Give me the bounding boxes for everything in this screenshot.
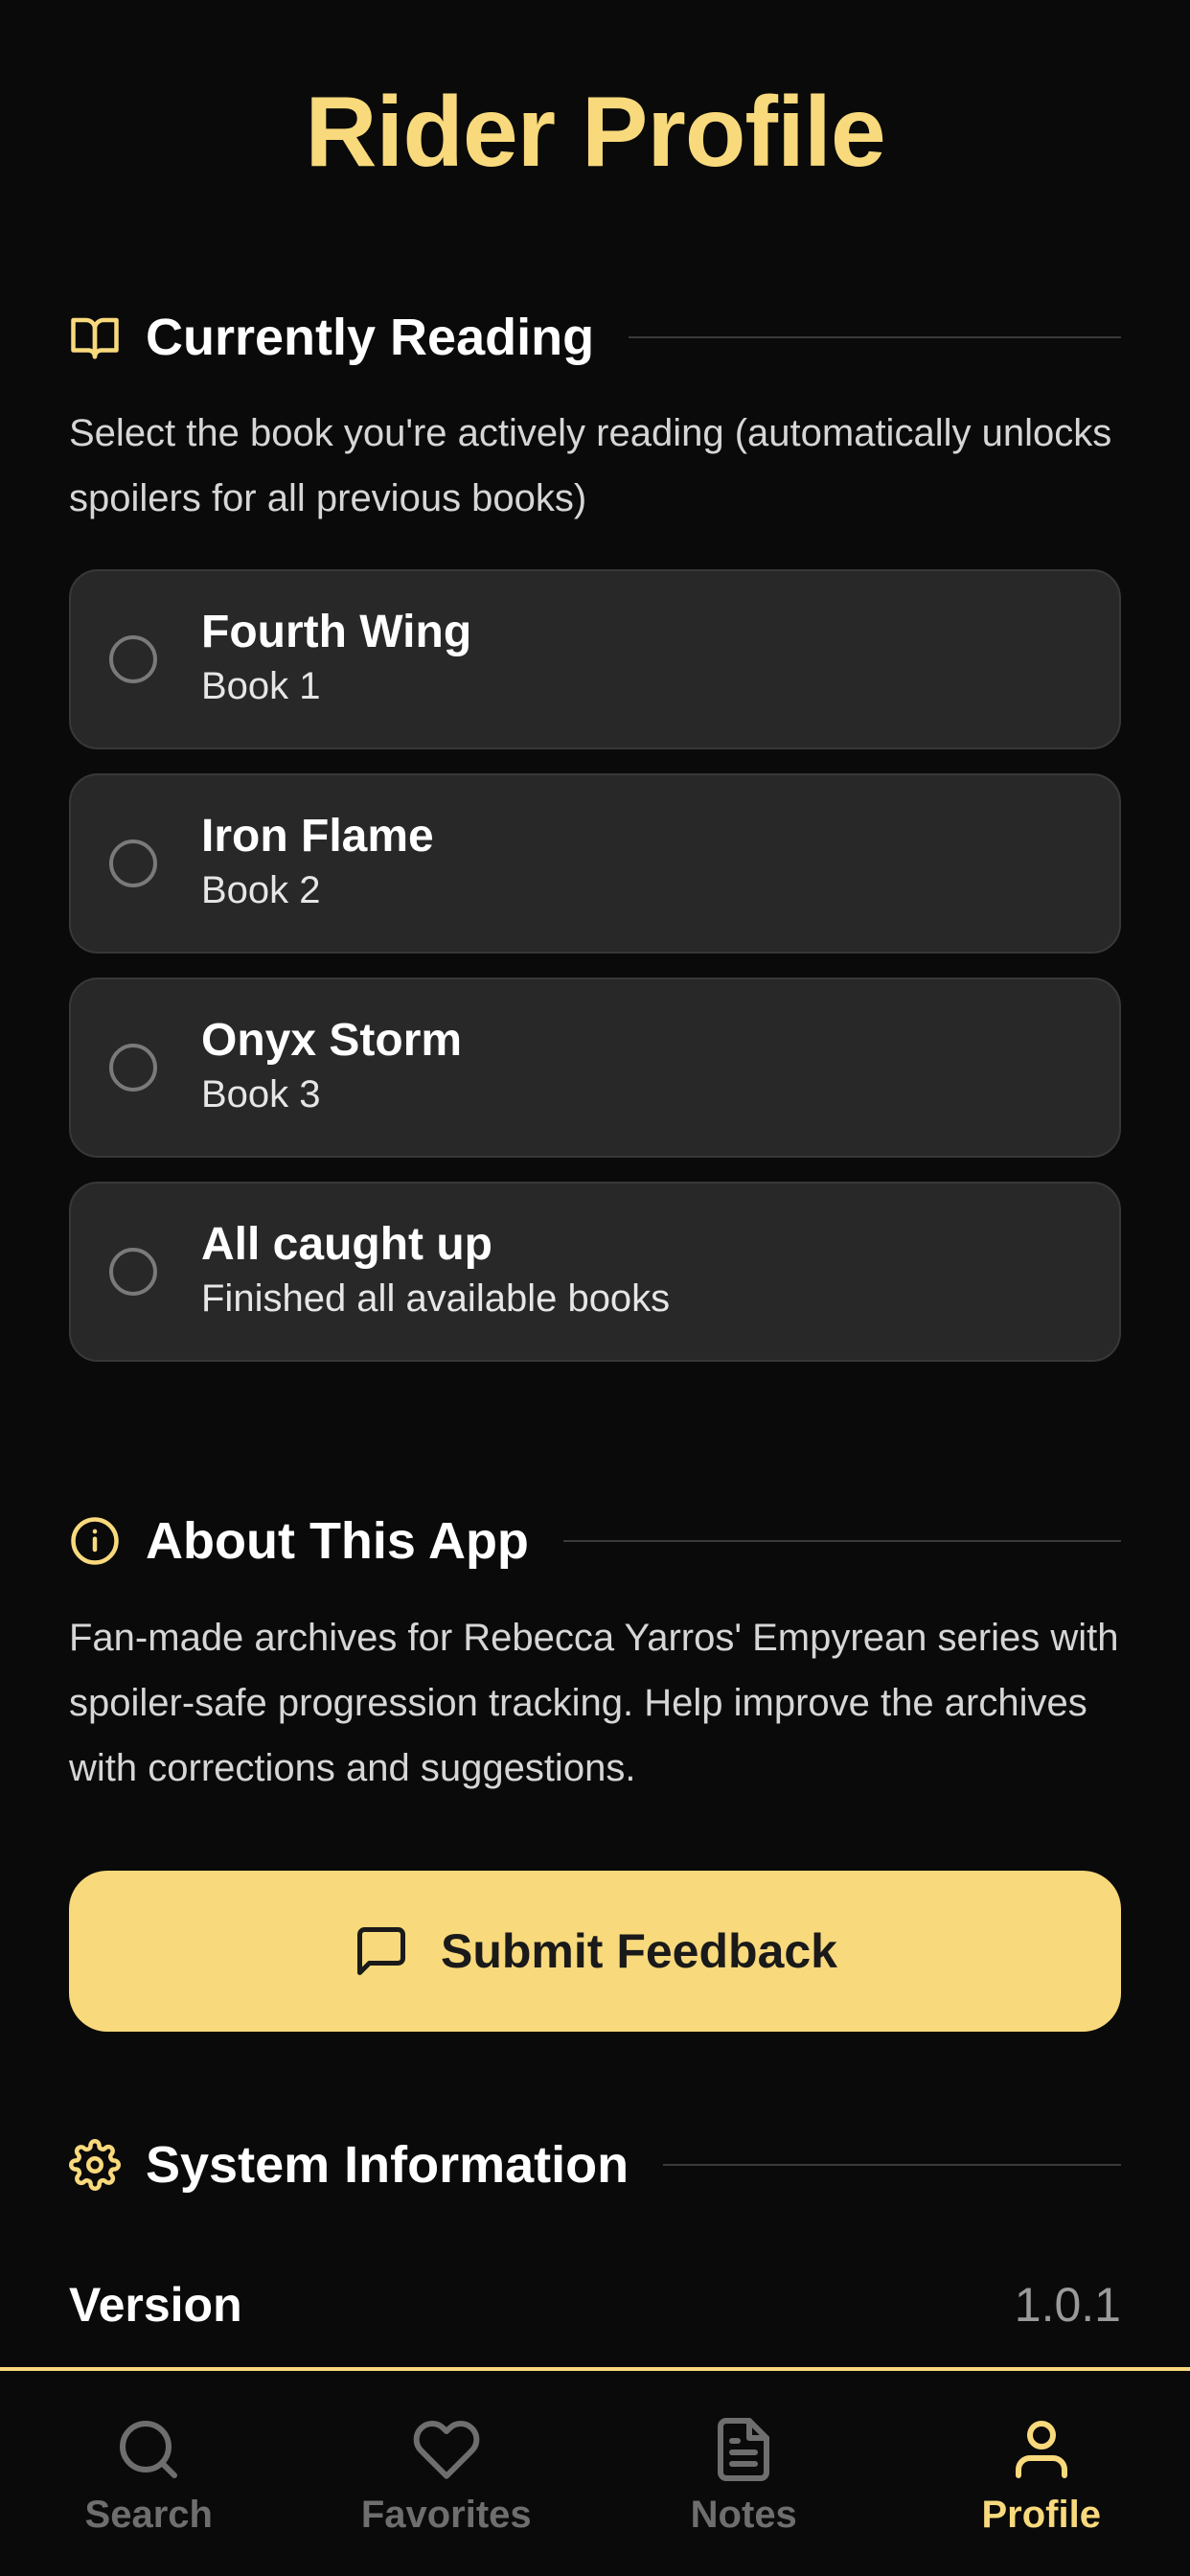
book-name: Onyx Storm [201,1015,463,1066]
book-subtitle: Book 3 [201,1073,321,1116]
book-option-fourth-wing[interactable]: Fourth Wing Book 1 [69,569,1121,749]
book-subtitle: Book 1 [201,665,321,707]
about-header: About This App [69,1507,1121,1575]
currently-reading-description: Select the book you're actively reading … [69,412,1112,519]
heart-icon [412,2415,481,2484]
section-title: Currently Reading [146,309,595,366]
section-title: About This App [146,1512,529,1570]
submit-feedback-button[interactable]: Submit Feedback [69,1871,1121,2032]
page-title: Rider Profile [305,77,885,188]
bottom-tab-bar: Search Favorites Notes Profile [0,2367,1190,2576]
document-icon [709,2415,778,2484]
tab-favorites[interactable]: Favorites [298,2371,596,2576]
tab-label: Favorites [360,2494,532,2536]
book-name: All caught up [201,1219,492,1270]
book-open-icon [69,311,121,363]
section-title: System Information [146,2136,629,2194]
book-option-onyx-storm[interactable]: Onyx Storm Book 3 [69,978,1121,1158]
book-name: Iron Flame [201,811,434,862]
book-subtitle: Finished all available books [201,1277,671,1320]
tab-label: Notes [690,2494,797,2536]
tab-label: Profile [981,2494,1101,2536]
radio-button[interactable] [109,1044,157,1092]
section-divider [562,1540,1121,1542]
search-icon [114,2415,183,2484]
info-icon [69,1515,121,1567]
gear-icon [69,2139,121,2191]
book-name: Fourth Wing [201,607,472,657]
version-row: Version 1.0.1 [69,2271,1121,2338]
radio-button[interactable] [109,840,157,887]
tab-profile[interactable]: Profile [893,2371,1190,2576]
system-info-header: System Information [69,2131,1121,2198]
tab-search[interactable]: Search [0,2371,298,2576]
radio-button[interactable] [109,1248,157,1296]
book-option-list: Fourth Wing Book 1 Iron Flame Book 2 Ony… [69,569,1121,1386]
book-subtitle: Book 2 [201,869,321,911]
message-square-icon [353,1922,410,1980]
book-option-iron-flame[interactable]: Iron Flame Book 2 [69,773,1121,954]
submit-feedback-label: Submit Feedback [441,1924,837,1978]
section-divider [629,336,1121,338]
currently-reading-header: Currently Reading [69,304,1121,371]
section-divider [663,2164,1121,2166]
book-option-all-caught-up[interactable]: All caught up Finished all available boo… [69,1182,1121,1362]
tab-notes[interactable]: Notes [595,2371,893,2576]
version-label: Version [69,2278,242,2332]
user-icon [1007,2415,1076,2484]
about-description: Fan-made archives for Rebecca Yarros' Em… [69,1617,1119,1789]
radio-button[interactable] [109,635,157,683]
tab-label: Search [84,2494,213,2536]
version-value: 1.0.1 [1014,2278,1121,2332]
